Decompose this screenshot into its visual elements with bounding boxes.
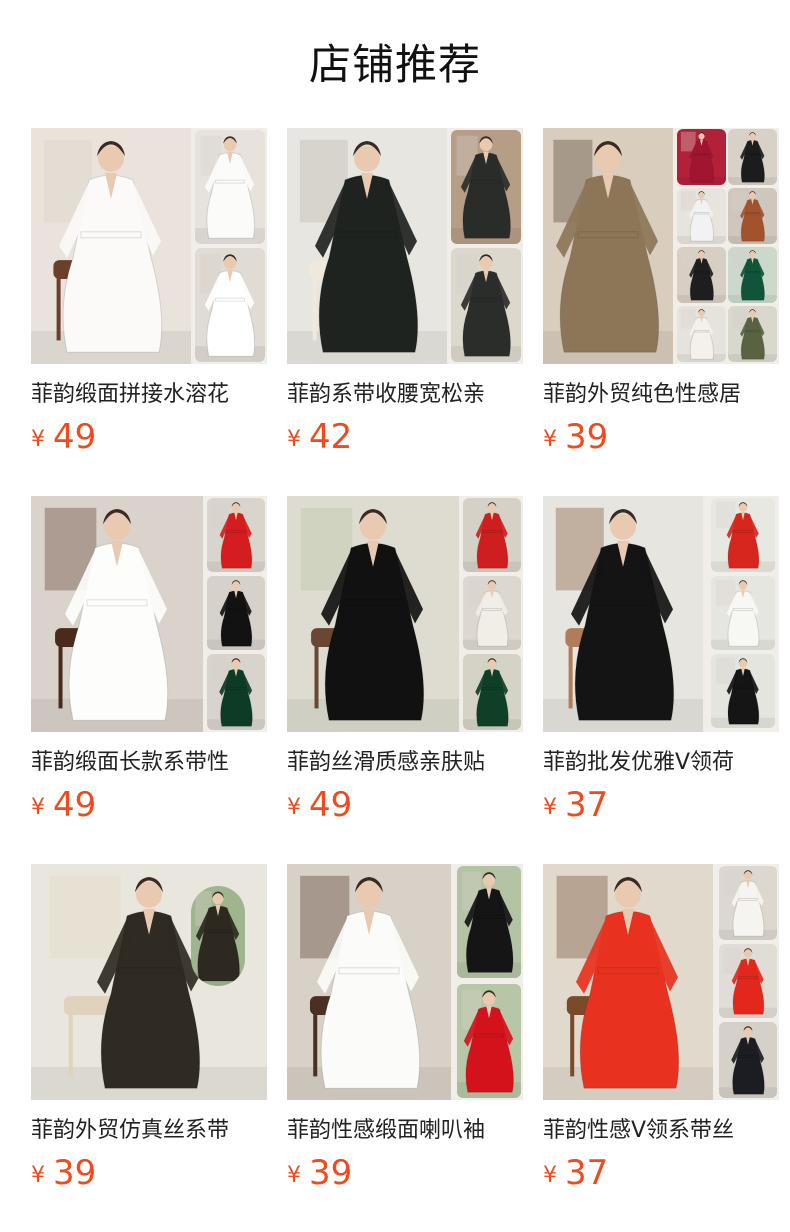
price-row: ¥49 <box>287 783 352 827</box>
price-row: ¥49 <box>31 783 96 827</box>
product-card[interactable]: 菲韵性感V领系带丝 ¥37 <box>543 864 779 1204</box>
product-thumbnail-variant <box>195 130 265 244</box>
product-thumbnail-variant <box>719 866 777 940</box>
product-price: 39 <box>309 1153 353 1193</box>
product-title[interactable]: 菲韵批发优雅V领荷 <box>543 745 779 781</box>
currency-symbol: ¥ <box>31 1163 45 1188</box>
product-thumbnail-variant <box>191 886 245 986</box>
currency-symbol: ¥ <box>31 795 45 820</box>
currency-symbol: ¥ <box>287 1163 301 1188</box>
product-thumbnail-variant <box>711 498 775 572</box>
product-title[interactable]: 菲韵缎面长款系带性 <box>31 745 267 781</box>
product-card[interactable]: 菲韵性感缎面喇叭袖 ¥39 <box>287 864 523 1204</box>
product-title[interactable]: 菲韵外贸纯色性感居 <box>543 377 779 413</box>
product-thumbnail-variant <box>463 654 521 730</box>
product-thumbnail-variant <box>728 247 777 303</box>
product-main-photo <box>287 864 451 1100</box>
product-price: 39 <box>53 1153 97 1193</box>
product-card[interactable]: 菲韵外贸仿真丝系带 ¥39 <box>31 864 267 1204</box>
price-row: ¥37 <box>543 783 608 827</box>
product-main-photo <box>543 864 713 1100</box>
product-price: 49 <box>309 785 353 825</box>
currency-symbol: ¥ <box>287 427 301 452</box>
price-row: ¥39 <box>543 415 608 459</box>
product-main-photo <box>287 128 447 364</box>
product-price: 42 <box>309 417 353 457</box>
product-title[interactable]: 菲韵丝滑质感亲肤贴 <box>287 745 523 781</box>
product-thumbnail-variant <box>677 247 726 303</box>
product-title[interactable]: 菲韵外贸仿真丝系带 <box>31 1113 267 1149</box>
product-card[interactable]: 菲韵系带收腰宽松亲 ¥42 <box>287 128 523 468</box>
product-image[interactable] <box>287 496 523 732</box>
product-thumbnail-variant <box>451 248 521 362</box>
price-row: ¥37 <box>543 1151 608 1195</box>
product-thumbnail-variant <box>711 654 775 728</box>
product-thumbnail-variant <box>719 1022 777 1098</box>
product-thumbnail-variant <box>463 576 521 650</box>
product-thumbnail-variant <box>457 866 521 978</box>
product-image[interactable] <box>31 496 267 732</box>
product-card[interactable]: 菲韵外贸纯色性感居 ¥39 <box>543 128 779 468</box>
product-title[interactable]: 菲韵性感V领系带丝 <box>543 1113 779 1149</box>
product-thumbnail-variant <box>195 248 265 362</box>
product-thumbnail-variant <box>463 498 521 572</box>
product-price: 49 <box>53 785 97 825</box>
product-image[interactable] <box>543 864 779 1100</box>
product-image[interactable] <box>31 128 267 364</box>
product-thumbnail-variant <box>457 984 521 1098</box>
product-thumbnail-variant <box>711 576 775 650</box>
product-card[interactable]: 菲韵缎面长款系带性 ¥49 <box>31 496 267 836</box>
product-thumbnail-variant <box>677 129 726 185</box>
product-main-photo <box>31 496 203 732</box>
product-image[interactable] <box>543 496 779 732</box>
product-price: 37 <box>565 1153 609 1193</box>
product-main-photo <box>543 128 673 364</box>
price-row: ¥39 <box>31 1151 96 1195</box>
product-image[interactable] <box>543 128 779 364</box>
product-title[interactable]: 菲韵性感缎面喇叭袖 <box>287 1113 523 1149</box>
product-price: 49 <box>53 417 97 457</box>
product-thumbnail-variant <box>451 130 521 244</box>
product-thumbnail-variant <box>207 498 265 572</box>
product-thumbnail-variant <box>728 129 777 185</box>
product-card[interactable]: 菲韵丝滑质感亲肤贴 ¥49 <box>287 496 523 836</box>
product-grid: 菲韵缎面拼接水溶花 ¥49 菲韵系带收腰宽松亲 ¥ 42 菲韵外贸纯色性感居 ¥… <box>0 0 790 1232</box>
product-main-photo <box>31 128 191 364</box>
product-title[interactable]: 菲韵系带收腰宽松亲 <box>287 377 523 413</box>
recommendation-page: 店铺推荐 菲韵缎面拼接水溶花 ¥ 49 菲韵系带收腰宽松亲 ¥ 42 菲韵外贸纯… <box>0 0 790 1232</box>
product-thumbnail-variant <box>677 188 726 244</box>
currency-symbol: ¥ <box>543 795 557 820</box>
price-row: ¥39 <box>287 1151 352 1195</box>
price-row: ¥49 <box>31 415 96 459</box>
product-thumbnail-variant <box>728 306 777 362</box>
currency-symbol: ¥ <box>543 1163 557 1188</box>
product-image[interactable] <box>287 128 523 364</box>
product-image[interactable] <box>287 864 523 1100</box>
product-thumbnail-variant <box>719 944 777 1018</box>
product-thumbnail-variant <box>677 306 726 362</box>
currency-symbol: ¥ <box>31 427 45 452</box>
product-thumbnail-variant <box>207 654 265 730</box>
product-price: 37 <box>565 785 609 825</box>
product-price: 39 <box>565 417 609 457</box>
price-row: ¥42 <box>287 415 352 459</box>
product-card[interactable]: 菲韵批发优雅V领荷 ¥37 <box>543 496 779 836</box>
product-card[interactable]: 菲韵缎面拼接水溶花 ¥49 <box>31 128 267 468</box>
product-title[interactable]: 菲韵缎面拼接水溶花 <box>31 377 267 413</box>
currency-symbol: ¥ <box>287 795 301 820</box>
currency-symbol: ¥ <box>543 427 557 452</box>
product-image[interactable] <box>31 864 267 1100</box>
product-main-photo <box>287 496 459 732</box>
product-thumbnail-variant <box>728 188 777 244</box>
product-main-photo <box>543 496 703 732</box>
product-thumbnail-variant <box>207 576 265 650</box>
